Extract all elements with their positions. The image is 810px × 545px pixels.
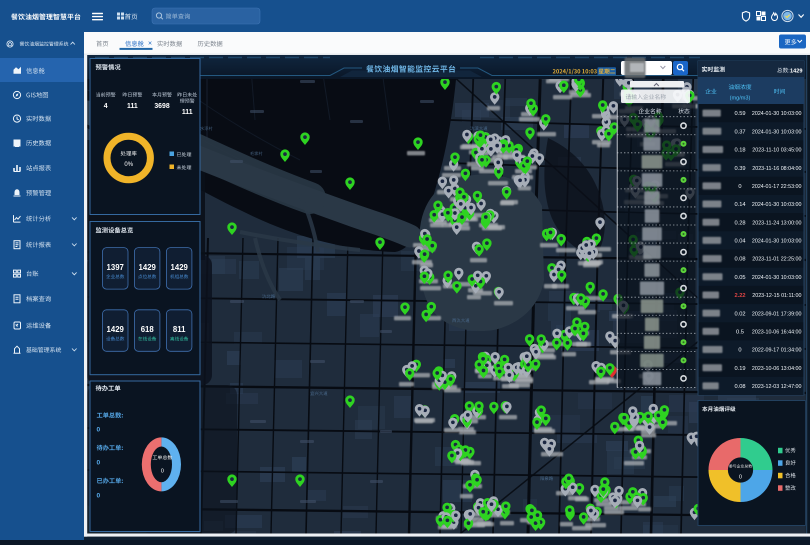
svg-text:2023-11-16 08:04:00: 2023-11-16 08:04:00 [752,166,801,172]
svg-text:2023-11-24 13:00:00: 2023-11-24 13:00:00 [752,220,801,226]
svg-text:111: 111 [182,109,193,116]
svg-text:0.05: 0.05 [734,275,745,281]
svg-text:2024-01-30 10:03:00: 2024-01-30 10:03:00 [752,239,802,245]
svg-text:2023-11-10 03:45:00: 2023-11-10 03:45:00 [752,148,801,154]
svg-text:0.08: 0.08 [734,384,745,390]
svg-text:0: 0 [97,427,101,434]
svg-text:2024-01-30 10:03:00: 2024-01-30 10:03:00 [752,129,802,135]
svg-text:1429: 1429 [107,325,125,334]
svg-text:0: 0 [161,469,164,475]
svg-text:2023-12-03 12:47:00: 2023-12-03 12:47:00 [752,384,802,390]
svg-text:2022-09-17 01:34:00: 2022-09-17 01:34:00 [752,348,802,354]
svg-text:0: 0 [738,348,741,354]
svg-text:2023-10-06 16:44:00: 2023-10-06 16:44:00 [752,329,802,335]
svg-text:0: 0 [739,475,742,481]
svg-text:1429: 1429 [790,68,802,74]
svg-text:2023-10-06 13:04:00: 2023-10-06 13:04:00 [752,366,802,372]
svg-text:2024-01-30 10:03:00: 2024-01-30 10:03:00 [752,202,802,208]
svg-text:3698: 3698 [154,103,169,110]
svg-text:2024-01-17 22:53:00: 2024-01-17 22:53:00 [752,184,802,190]
svg-text:0.19: 0.19 [734,366,745,372]
svg-text:0: 0 [97,493,101,500]
svg-text:2023-11-01 22:25:00: 2023-11-01 22:25:00 [752,257,801,263]
svg-text:111: 111 [127,103,138,110]
svg-text:0.04: 0.04 [734,239,745,245]
svg-text:0.5: 0.5 [736,329,744,335]
svg-text:0.08: 0.08 [734,257,745,263]
svg-text:4: 4 [104,103,108,110]
svg-text:0.28: 0.28 [734,220,745,226]
svg-text:0.39: 0.39 [734,166,745,172]
svg-text:2024-01-30 10:03:00: 2024-01-30 10:03:00 [752,275,802,281]
svg-text:×: × [148,41,152,48]
svg-text:0.18: 0.18 [734,148,745,154]
svg-text:1429: 1429 [139,263,157,272]
svg-text:0: 0 [738,184,741,190]
svg-text:(mg/m3): (mg/m3) [730,96,751,102]
svg-text:1429: 1429 [171,263,189,272]
svg-text:0.02: 0.02 [734,311,745,317]
svg-text:0.37: 0.37 [734,129,745,135]
svg-text:811: 811 [173,325,186,334]
svg-text:2023-12-15 01:11:00: 2023-12-15 01:11:00 [752,293,801,299]
svg-text:618: 618 [141,325,155,334]
svg-text:0: 0 [97,460,101,467]
svg-text:2024-01-30 10:03:00: 2024-01-30 10:03:00 [752,111,802,117]
svg-text:2023-09-01 17:39:00: 2023-09-01 17:39:00 [752,311,802,317]
svg-text:0.59: 0.59 [734,111,745,117]
svg-text:0%: 0% [124,162,133,168]
svg-text:1397: 1397 [107,263,124,272]
svg-text:2.22: 2.22 [734,293,745,299]
svg-text:0.14: 0.14 [734,202,745,208]
